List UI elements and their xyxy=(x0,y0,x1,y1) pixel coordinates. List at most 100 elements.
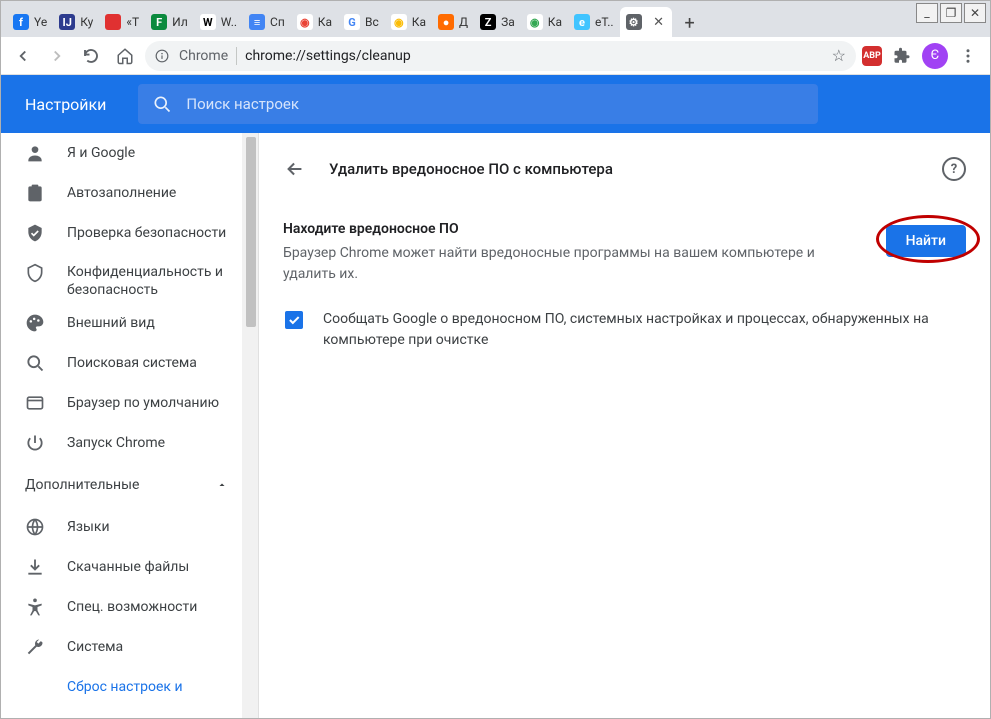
sidebar-item-label: Система xyxy=(67,638,123,656)
help-button[interactable]: ? xyxy=(942,157,966,181)
globe-icon xyxy=(25,517,45,537)
reload-button[interactable] xyxy=(77,42,105,70)
sidebar-scrollbar[interactable] xyxy=(242,133,258,718)
browser-tab[interactable]: ZЗа xyxy=(474,7,521,37)
sidebar-item[interactable]: Поисковая система xyxy=(1,343,258,383)
report-checkbox-row: Сообщать Google о вредоносном ПО, систем… xyxy=(283,309,966,351)
section-description: Браузер Chrome может найти вредоносные п… xyxy=(283,243,870,285)
sidebar-item[interactable]: Проверка безопасности xyxy=(1,213,258,253)
browser-menu-button[interactable] xyxy=(954,42,982,70)
sidebar-item-label: Браузер по умолчанию xyxy=(67,394,219,412)
sidebar-item-label: Спец. возможности xyxy=(67,598,197,616)
browser-tab[interactable]: ◉Ка xyxy=(521,7,568,37)
browser-tab[interactable]: F Ил xyxy=(145,7,194,37)
sidebar-item-label: Я и Google xyxy=(67,144,135,162)
tab-favicon: ◉ xyxy=(297,14,313,30)
tab-favicon: W xyxy=(200,14,216,30)
wrench-icon xyxy=(25,637,45,657)
chevron-up-icon xyxy=(216,479,228,491)
tab-favicon: ◉ xyxy=(527,14,543,30)
browser-tab[interactable]: ⚙✕ xyxy=(620,7,672,37)
profile-avatar[interactable]: Є xyxy=(922,43,948,69)
tab-title: Ил xyxy=(172,15,188,29)
sidebar: Я и Google Автозаполнение Проверка безопас… xyxy=(1,133,259,718)
window-minimize[interactable]: _ xyxy=(916,3,938,23)
browser-tab[interactable]: IJКу xyxy=(53,7,99,37)
tab-title: Д xyxy=(459,15,468,29)
sidebar-item[interactable]: Браузер по умолчанию xyxy=(1,383,258,423)
palette-icon xyxy=(25,313,45,333)
extensions-button[interactable] xyxy=(888,42,916,70)
omnibox[interactable]: Chrome chrome://settings/cleanup ☆ xyxy=(145,41,856,71)
sidebar-item[interactable]: Конфиденциальность и безопасность xyxy=(1,253,258,303)
report-checkbox[interactable] xyxy=(285,311,303,329)
page-title: Удалить вредоносное ПО с компьютера xyxy=(329,160,920,178)
home-button[interactable] xyxy=(111,42,139,70)
sidebar-item[interactable]: Скачанные файлы xyxy=(1,547,258,587)
shield-icon xyxy=(25,263,45,283)
settings-search[interactable] xyxy=(138,84,818,124)
download-icon xyxy=(25,557,45,577)
forward-button xyxy=(43,42,71,70)
back-button[interactable] xyxy=(9,42,37,70)
search-icon xyxy=(152,94,172,114)
tab-favicon: ◉ xyxy=(391,14,407,30)
tab-favicon: Z xyxy=(480,14,496,30)
sidebar-advanced-toggle[interactable]: Дополнительные xyxy=(1,463,258,507)
window-maximize[interactable]: ❐ xyxy=(940,3,962,23)
browser-tab[interactable]: ≡Сп xyxy=(243,7,291,37)
tab-favicon: F xyxy=(151,14,167,30)
accessibility-icon xyxy=(25,597,45,617)
browser-tab[interactable]: ◉Ка xyxy=(385,7,432,37)
sidebar-item[interactable]: Внешний вид xyxy=(1,303,258,343)
sidebar-item[interactable]: Я и Google xyxy=(1,133,258,173)
bookmark-star-icon[interactable]: ☆ xyxy=(832,46,846,65)
tab-favicon: G xyxy=(344,14,360,30)
browser-tab[interactable]: e eT.. xyxy=(568,7,620,37)
sidebar-item[interactable]: Языки xyxy=(1,507,258,547)
sidebar-scrollbar-thumb[interactable] xyxy=(246,137,256,327)
tab-strip: fYeIJКу«ТFИлWW..≡Сп◉КаGВс◉Ка●ДZЗа◉КаeeT.… xyxy=(1,1,990,37)
sidebar-item-label: Внешний вид xyxy=(67,314,155,332)
browser-tab[interactable]: «Т xyxy=(99,7,145,37)
search-icon xyxy=(25,353,45,373)
tab-title: eT.. xyxy=(595,15,614,29)
browser-tab[interactable]: ◉Ка xyxy=(291,7,338,37)
sidebar-item-label: Скачанные файлы xyxy=(67,558,189,576)
shield-check-icon xyxy=(25,223,45,243)
check-icon xyxy=(287,313,301,327)
browser-tab[interactable]: GВс xyxy=(338,7,385,37)
tab-close-icon[interactable]: ✕ xyxy=(652,15,666,29)
sidebar-item-label: Языки xyxy=(67,518,110,536)
find-button[interactable]: Найти xyxy=(886,225,966,257)
sidebar-item[interactable]: Спец. возможности xyxy=(1,587,258,627)
power-icon xyxy=(25,433,45,453)
tab-title: «Т xyxy=(126,15,139,29)
settings-header: Настройки xyxy=(1,75,990,133)
settings-search-input[interactable] xyxy=(186,95,804,113)
extension-abp-icon[interactable]: ABP xyxy=(862,46,882,66)
browser-tab[interactable]: ●Д xyxy=(432,7,474,37)
origin-chip: Chrome xyxy=(179,48,228,64)
tab-favicon: ● xyxy=(438,14,454,30)
sidebar-item[interactable]: Автозаполнение xyxy=(1,173,258,213)
tab-favicon: ≡ xyxy=(249,14,265,30)
tab-title: Ку xyxy=(80,15,93,29)
sidebar-item[interactable]: Система xyxy=(1,627,258,667)
site-info-icon[interactable] xyxy=(155,49,171,63)
sidebar-item-label: Конфиденциальность и безопасность xyxy=(67,263,258,299)
browser-tab[interactable]: WW.. xyxy=(194,7,243,37)
find-malware-section: Находите вредоносное ПО Браузер Chrome м… xyxy=(283,221,966,285)
window-close[interactable]: ✕ xyxy=(964,3,986,23)
sidebar-item-label: Проверка безопасности xyxy=(67,224,226,242)
settings-body: Я и Google Автозаполнение Проверка безопас… xyxy=(1,133,990,718)
tab-favicon: e xyxy=(574,14,590,30)
new-tab-button[interactable]: + xyxy=(676,9,704,37)
sidebar-item-label: Автозаполнение xyxy=(67,184,176,202)
page-back-button[interactable] xyxy=(283,157,307,181)
sidebar-reset-link[interactable]: Сброс настроек и xyxy=(1,667,258,707)
browser-toolbar: Chrome chrome://settings/cleanup ☆ ABP Є xyxy=(1,37,990,75)
report-checkbox-label: Сообщать Google о вредоносном ПО, систем… xyxy=(323,309,966,351)
browser-tab[interactable]: fYe xyxy=(7,7,53,37)
sidebar-item[interactable]: Запуск Chrome xyxy=(1,423,258,463)
